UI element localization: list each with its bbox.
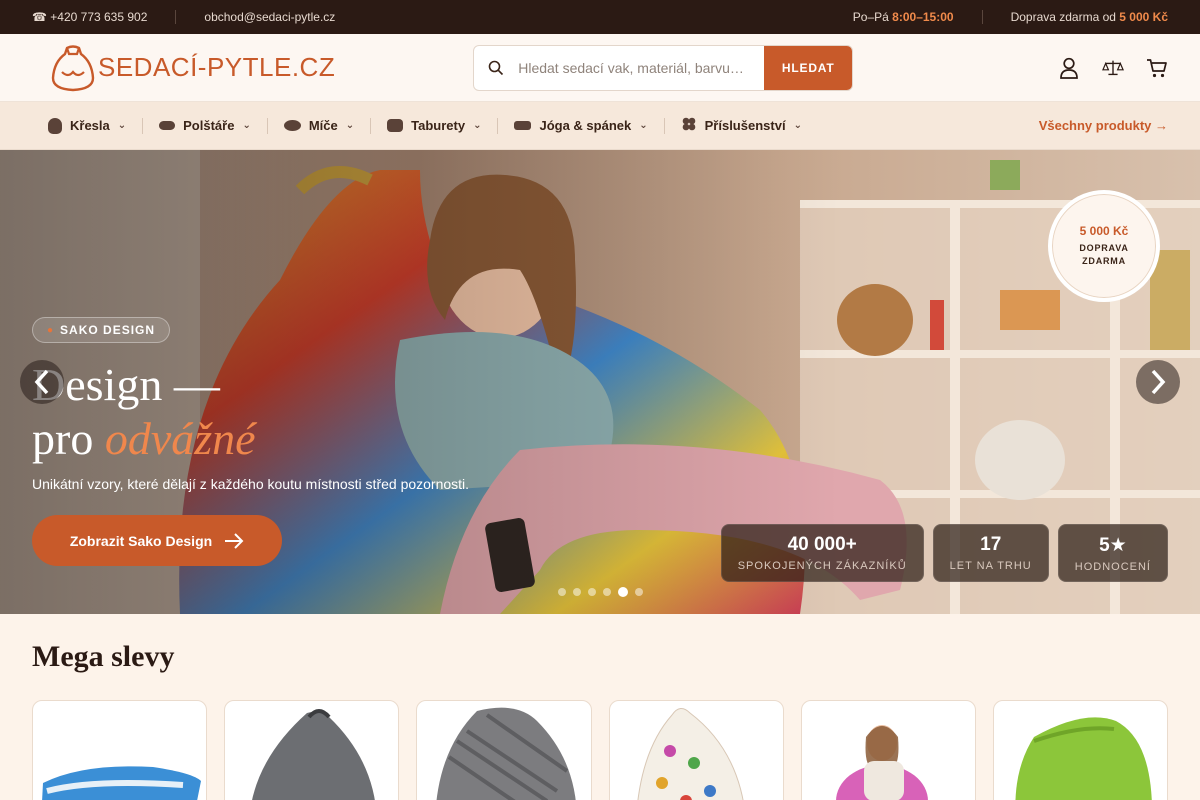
product-image xyxy=(252,709,376,800)
all-products-link[interactable]: Všechny produkty → xyxy=(1039,118,1168,133)
free-shipping-seal: 5 000 Kč DOPRAVA ZDARMA xyxy=(1048,190,1160,302)
nav-item-taburety[interactable]: Taburety ⌄ xyxy=(371,117,499,134)
pillow-icon xyxy=(159,121,176,130)
nav-label: Křesla xyxy=(70,118,110,133)
stat-value: 5★ xyxy=(1099,534,1127,556)
top-info-bar: ☎ +420 773 635 902 obchod@sedaci-pytle.c… xyxy=(0,0,1200,34)
product-image xyxy=(835,725,928,800)
dot-icon: ● xyxy=(47,324,55,336)
stat-customers: 40 000+ SPOKOJENÝCH ZÁKAZNÍKŮ xyxy=(720,524,924,582)
nav-label: Míče xyxy=(308,118,338,133)
cta-label: Zobrazit Sako Design xyxy=(69,532,213,549)
logo-text: SEDACÍ-PYTLE.CZ xyxy=(98,52,336,82)
stat-rating: 5★ HODNOCENÍ xyxy=(1057,524,1168,582)
product-card[interactable] xyxy=(32,700,208,800)
ball-icon xyxy=(283,120,301,131)
hero-title-line2: pro odvážné xyxy=(32,413,256,464)
chevron-down-icon: ⌄ xyxy=(117,120,127,131)
nav-item-mice[interactable]: Míče ⌄ xyxy=(268,117,372,134)
nav-item-polstare[interactable]: Polštáře ⌄ xyxy=(143,117,268,134)
nav-label: Taburety xyxy=(411,118,466,133)
hero-title: Design — pro odvážné xyxy=(32,358,256,466)
category-nav: Křesla ⌄ Polštáře ⌄ Míče ⌄ Taburety ⌄ Jó… xyxy=(0,102,1200,150)
mat-icon xyxy=(514,121,532,130)
free-shipping-info: Doprava zdarma od 5 000 Kč xyxy=(1010,10,1168,24)
beanbag-icon xyxy=(48,117,62,134)
hero-subtitle: Unikátní vzory, které dělají z každého k… xyxy=(32,476,470,492)
product-card[interactable] xyxy=(992,700,1169,800)
arrow-right-icon xyxy=(225,532,244,549)
stat-label: SPOKOJENÝCH ZÁKAZNÍKŮ xyxy=(737,560,907,572)
carousel-dot[interactable] xyxy=(603,588,611,596)
nav-label: Jóga & spánek xyxy=(539,118,632,133)
product-image xyxy=(1015,717,1152,800)
carousel-dot[interactable] xyxy=(573,588,581,596)
mega-sale-section: Mega slevy xyxy=(0,614,1200,800)
cart-icon[interactable] xyxy=(1146,57,1168,79)
product-card-row xyxy=(32,700,1169,800)
search-icon xyxy=(474,46,518,90)
hero-title-accent: odvážné xyxy=(104,413,256,464)
product-image xyxy=(436,707,577,800)
search-bar: HLEDAT xyxy=(473,44,854,91)
carousel-next-button[interactable] xyxy=(1136,360,1180,404)
user-icon[interactable] xyxy=(1058,57,1080,79)
chevron-right-icon xyxy=(1151,369,1166,395)
nav-item-kresla[interactable]: Křesla ⌄ xyxy=(48,117,144,134)
nav-label: Příslušenství xyxy=(704,118,786,133)
email-link[interactable]: obchod@sedaci-pytle.cz xyxy=(204,10,335,24)
product-image xyxy=(42,766,201,800)
product-card[interactable] xyxy=(800,700,976,800)
chevron-down-icon: ⌄ xyxy=(345,120,355,131)
site-header: SEDACÍ-PYTLE.CZ HLEDAT xyxy=(0,34,1200,102)
pouf-icon xyxy=(387,119,404,132)
hero-stats: 40 000+ SPOKOJENÝCH ZÁKAZNÍKŮ 17 LET NA … xyxy=(720,524,1168,582)
stat-label: HODNOCENÍ xyxy=(1074,560,1151,573)
compare-scale-icon[interactable] xyxy=(1102,57,1124,79)
phone-link[interactable]: ☎ +420 773 635 902 xyxy=(32,10,147,24)
carousel-dot[interactable] xyxy=(588,588,596,596)
section-title: Mega slevy xyxy=(32,640,175,673)
stat-value: 17 xyxy=(980,534,1002,555)
hero-cta-button[interactable]: Zobrazit Sako Design xyxy=(32,515,282,566)
hero-badge: ● SAKO DESIGN xyxy=(32,317,171,343)
carousel-dot[interactable] xyxy=(558,588,566,596)
chevron-down-icon: ⌄ xyxy=(793,120,802,131)
search-button[interactable]: HLEDAT xyxy=(764,45,853,90)
logo[interactable]: SEDACÍ-PYTLE.CZ xyxy=(50,44,335,92)
stat-years: 17 LET NA TRHU xyxy=(932,524,1049,582)
hero-carousel: ● SAKO DESIGN Design — pro odvážné Uniká… xyxy=(0,150,1200,614)
carousel-dots xyxy=(558,587,643,597)
nav-item-joga-spanek[interactable]: Jóga & spánek ⌄ xyxy=(498,117,665,134)
beanbag-logo-icon xyxy=(51,44,95,91)
divider xyxy=(175,10,177,24)
chevron-down-icon: ⌄ xyxy=(639,120,648,131)
product-image xyxy=(636,708,744,800)
seal-text: DOPRAVA ZDARMA xyxy=(1079,243,1129,266)
product-card[interactable] xyxy=(416,700,592,800)
seal-value: 5 000 Kč xyxy=(1079,224,1129,238)
chevron-down-icon: ⌄ xyxy=(473,120,482,131)
stat-value: 40 000+ xyxy=(787,534,857,555)
opening-hours: Po–Pá 8:00–15:00 xyxy=(852,10,954,24)
chevron-left-icon xyxy=(34,369,49,395)
product-card[interactable] xyxy=(608,700,784,800)
divider xyxy=(981,10,983,24)
nav-item-prislusenstvi[interactable]: Příslušenství ⌄ xyxy=(665,117,818,134)
chevron-down-icon: ⌄ xyxy=(242,120,251,131)
carousel-dot[interactable] xyxy=(635,588,643,596)
badge-label: SAKO DESIGN xyxy=(60,323,156,337)
carousel-prev-button[interactable] xyxy=(20,360,64,404)
carousel-dot-active[interactable] xyxy=(618,587,628,597)
stat-label: LET NA TRHU xyxy=(949,560,1032,572)
search-input[interactable] xyxy=(518,45,765,90)
nav-label: Polštáře xyxy=(183,118,235,133)
hero-title-line1: Design — xyxy=(32,359,220,410)
accessory-icon xyxy=(681,117,697,134)
product-card[interactable] xyxy=(224,700,400,800)
